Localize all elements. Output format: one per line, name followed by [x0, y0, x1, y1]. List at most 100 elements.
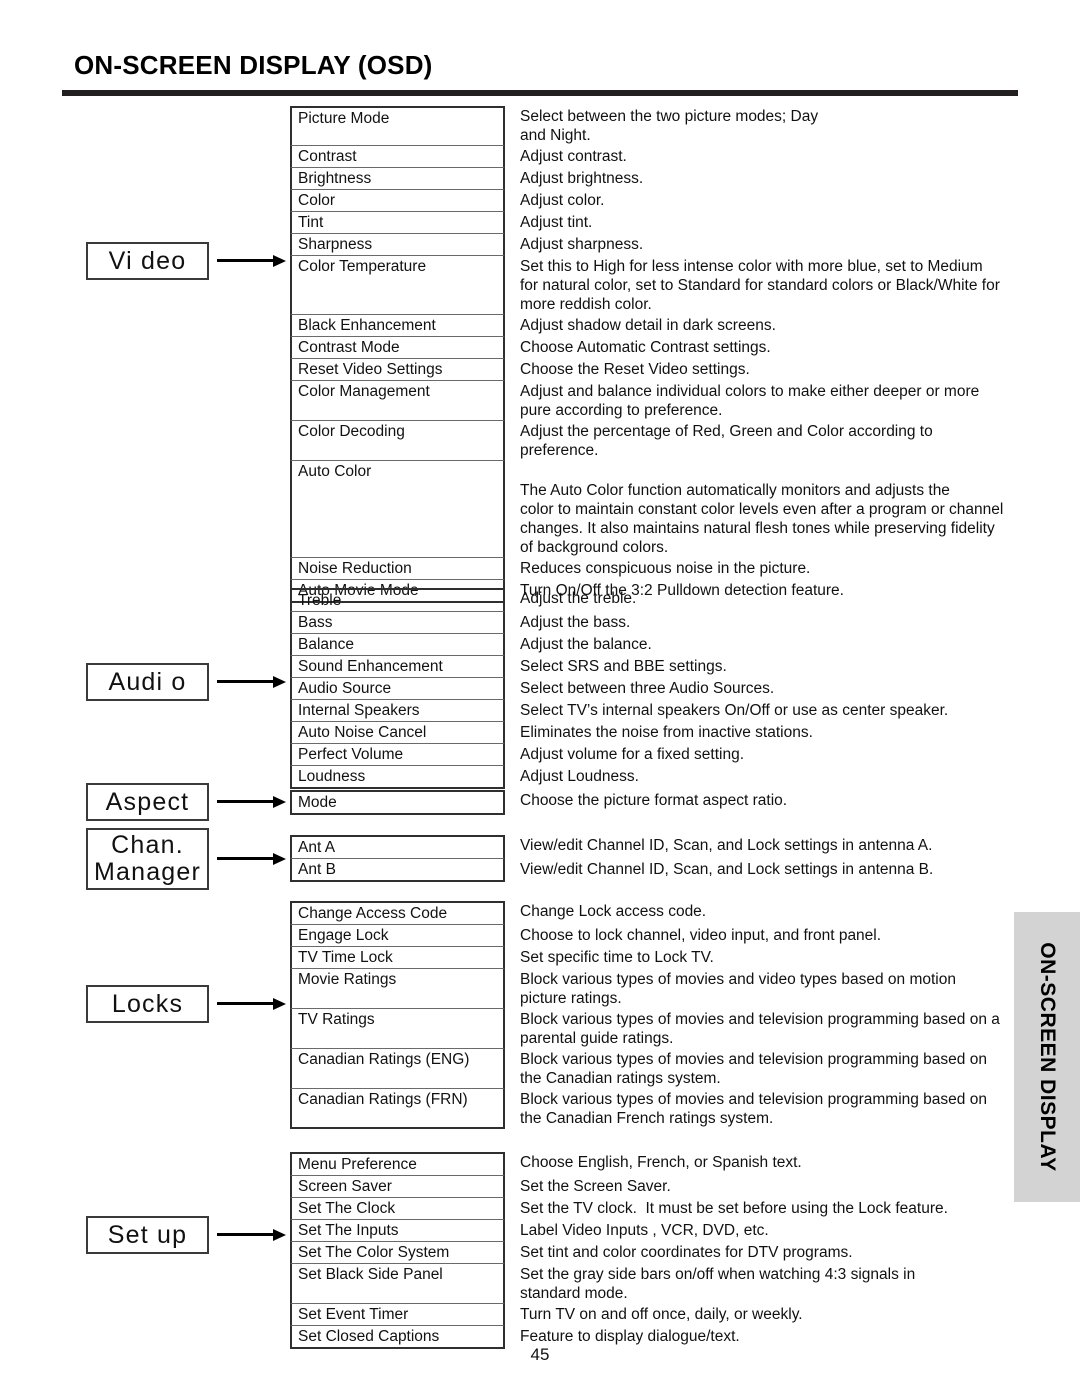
- osd-setting-name[interactable]: Perfect Volume: [290, 744, 505, 766]
- osd-setting-description: Adjust contrast.: [505, 146, 1020, 167]
- osd-setting-name[interactable]: Set The Clock: [290, 1198, 505, 1220]
- osd-setting-name-text: TV Time Lock: [298, 949, 393, 966]
- osd-description-line: Choose to lock channel, video input, and…: [520, 927, 882, 944]
- category-box-aspect[interactable]: Aspect: [86, 783, 209, 821]
- osd-description-line: Adjust the balance.: [520, 636, 652, 653]
- osd-description-line: Set specific time to Lock TV.: [520, 949, 714, 966]
- osd-setting-name[interactable]: Color Decoding: [290, 421, 505, 461]
- osd-table-audio: Treble Adjust the treble. Bass Adjust the b…: [290, 588, 1020, 789]
- osd-setting-name[interactable]: Set The Color System: [290, 1242, 505, 1264]
- category-box-audio[interactable]: Audi o: [86, 663, 209, 701]
- osd-setting-name[interactable]: Balance: [290, 634, 505, 656]
- osd-setting-name[interactable]: Ant B: [290, 859, 505, 882]
- osd-setting-description: Eliminates the noise from inactive stati…: [505, 722, 1020, 743]
- osd-setting-name[interactable]: Ant A: [290, 835, 505, 859]
- osd-setting-name[interactable]: Set Black Side Panel: [290, 1264, 505, 1304]
- osd-setting-name-text: Picture Mode: [298, 110, 390, 127]
- osd-description-line: Set tint and color coordinates for DTV p…: [520, 1244, 853, 1261]
- category-box-video[interactable]: Vi deo: [86, 242, 209, 280]
- osd-setting-description: Adjust sharpness.: [505, 234, 1020, 255]
- osd-setting-name[interactable]: Auto Color: [290, 461, 505, 558]
- osd-setting-name[interactable]: Set Event Timer: [290, 1304, 505, 1326]
- osd-description-line: Select between the two picture modes; Da…: [520, 108, 819, 125]
- osd-row: Noise Reduction Reduces conspicuous noise…: [290, 558, 1020, 580]
- arrow-head: [273, 853, 286, 865]
- osd-setting-description: Adjust brightness.: [505, 168, 1020, 189]
- osd-row: Canadian Ratings (FRN) Block various type…: [290, 1089, 1020, 1129]
- osd-row: Loudness Adjust Loudness.: [290, 766, 1020, 789]
- arrow-head: [273, 676, 286, 688]
- osd-row: Menu Preference Choose English, French, o…: [290, 1152, 1020, 1176]
- osd-row: Black Enhancement Adjust shadow detail in…: [290, 315, 1020, 337]
- osd-setting-name-text: Bass: [298, 614, 333, 631]
- osd-description-line: Set the Screen Saver.: [520, 1178, 671, 1195]
- osd-setting-name-text: Movie Ratings: [298, 971, 397, 988]
- osd-description-line: Label Video Inputs , VCR, DVD, etc.: [520, 1222, 769, 1239]
- osd-setting-name[interactable]: TV Time Lock: [290, 947, 505, 969]
- osd-setting-name[interactable]: Color Management: [290, 381, 505, 421]
- osd-setting-name[interactable]: Black Enhancement: [290, 315, 505, 337]
- osd-setting-name[interactable]: Audio Source: [290, 678, 505, 700]
- osd-row: Internal Speakers Select TV’s internal sp…: [290, 700, 1020, 722]
- osd-description-line: Adjust Loudness.: [520, 768, 639, 785]
- osd-setting-name-text: Color Decoding: [298, 423, 405, 440]
- osd-setting-name-text: Noise Reduction: [298, 560, 412, 577]
- osd-setting-description: Choose Automatic Contrast settings.: [505, 337, 1020, 358]
- category-box-chan-manager[interactable]: Chan. Manager: [86, 828, 209, 890]
- osd-setting-name[interactable]: Sharpness: [290, 234, 505, 256]
- osd-setting-name[interactable]: Treble: [290, 588, 505, 612]
- section-side-tab: ON-SCREEN DISPLAY: [1014, 912, 1080, 1202]
- osd-setting-name[interactable]: TV Ratings: [290, 1009, 505, 1049]
- osd-setting-name[interactable]: Tint: [290, 212, 505, 234]
- osd-setting-name[interactable]: Canadian Ratings (FRN): [290, 1089, 505, 1129]
- osd-description-line: Select between three Audio Sources.: [520, 680, 775, 697]
- category-box-setup[interactable]: Set up: [86, 1216, 209, 1254]
- osd-setting-name[interactable]: Auto Noise Cancel: [290, 722, 505, 744]
- osd-row: Sound Enhancement Select SRS and BBE sett…: [290, 656, 1020, 678]
- osd-setting-description: Set the Screen Saver.: [505, 1176, 1020, 1197]
- osd-setting-name[interactable]: Set The Inputs: [290, 1220, 505, 1242]
- osd-description-line: Choose the Reset Video settings.: [520, 361, 750, 378]
- osd-row: TV Ratings Block various types of movies …: [290, 1009, 1020, 1049]
- arrow-setup-to-table: [217, 1229, 287, 1241]
- osd-setting-name[interactable]: Engage Lock: [290, 925, 505, 947]
- osd-description-line: preference.: [520, 442, 599, 459]
- osd-setting-name[interactable]: Canadian Ratings (ENG): [290, 1049, 505, 1089]
- osd-setting-description: Adjust the balance.: [505, 634, 1020, 655]
- osd-row: Contrast Adjust contrast.: [290, 146, 1020, 168]
- osd-description-line: the Canadian ratings system.: [520, 1070, 721, 1087]
- osd-setting-name[interactable]: Mode: [290, 790, 505, 815]
- osd-setting-name[interactable]: Sound Enhancement: [290, 656, 505, 678]
- osd-setting-description: Choose the Reset Video settings.: [505, 359, 1020, 380]
- osd-setting-name[interactable]: Color Temperature: [290, 256, 505, 315]
- osd-setting-name[interactable]: Brightness: [290, 168, 505, 190]
- osd-setting-name[interactable]: Change Access Code: [290, 901, 505, 925]
- category-box-locks[interactable]: Locks: [86, 985, 209, 1023]
- title-divider: [62, 90, 1018, 96]
- osd-setting-name[interactable]: Movie Ratings: [290, 969, 505, 1009]
- osd-setting-name[interactable]: Noise Reduction: [290, 558, 505, 580]
- osd-setting-description: Turn TV on and off once, daily, or weekl…: [505, 1304, 1020, 1325]
- osd-description-line: Set the gray side bars on/off when watch…: [520, 1266, 916, 1283]
- osd-setting-name[interactable]: Loudness: [290, 766, 505, 789]
- osd-setting-name-text: Menu Preference: [298, 1156, 417, 1173]
- osd-setting-name[interactable]: Contrast: [290, 146, 505, 168]
- osd-setting-name-text: Ant A: [298, 839, 336, 856]
- osd-row: Auto Noise Cancel Eliminates the noise fr…: [290, 722, 1020, 744]
- osd-description-line: changes. It also maintains natural flesh…: [520, 520, 995, 537]
- osd-setting-name-text: Treble: [298, 592, 342, 609]
- osd-setting-name[interactable]: Bass: [290, 612, 505, 634]
- osd-setting-name[interactable]: Menu Preference: [290, 1152, 505, 1176]
- osd-setting-name[interactable]: Color: [290, 190, 505, 212]
- osd-setting-name[interactable]: Internal Speakers: [290, 700, 505, 722]
- osd-description-line: Select SRS and BBE settings.: [520, 658, 727, 675]
- osd-description-line: color to maintain constant color levels …: [520, 501, 1004, 518]
- osd-row: Tint Adjust tint.: [290, 212, 1020, 234]
- osd-setting-name[interactable]: Screen Saver: [290, 1176, 505, 1198]
- osd-setting-name[interactable]: Reset Video Settings: [290, 359, 505, 381]
- osd-row: Set Black Side Panel Set the gray side ba…: [290, 1264, 1020, 1304]
- osd-setting-name[interactable]: Picture Mode: [290, 106, 505, 146]
- osd-setting-name[interactable]: Contrast Mode: [290, 337, 505, 359]
- osd-setting-name-text: Screen Saver: [298, 1178, 392, 1195]
- osd-setting-description: Block various types of movies and televi…: [505, 1009, 1020, 1049]
